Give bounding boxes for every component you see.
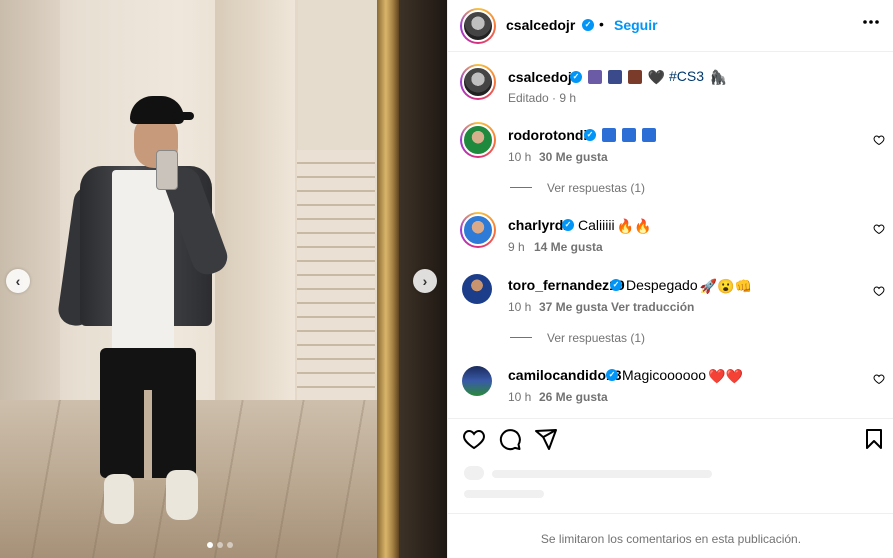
comment-text-value: Caliiiii <box>578 217 615 233</box>
avatar[interactable] <box>460 8 496 44</box>
avatar[interactable] <box>462 366 492 396</box>
carousel-indicator <box>207 542 233 548</box>
scarf-icon <box>607 70 622 85</box>
likes-summary-blurred <box>458 462 878 512</box>
chevron-right-icon: › <box>422 273 428 289</box>
comment-text <box>600 126 656 143</box>
comment-likes[interactable]: 14 Me gusta <box>534 240 603 254</box>
hashtag-link[interactable]: #CS3 <box>669 68 704 84</box>
comment-likes[interactable]: 30 Me gusta <box>539 150 608 164</box>
comment-username[interactable]: charlyrdz <box>508 217 570 233</box>
comment-time: 10 h <box>508 150 532 164</box>
comments-limited-footer: Se limitaron los comentarios en esta pub… <box>448 513 893 558</box>
comment-username[interactable]: rodorotondi <box>508 127 587 143</box>
verified-badge-icon: ✓ <box>562 219 574 231</box>
red-heart-icon: ❤️❤️ <box>708 367 743 384</box>
caption-meta: Editado · 9 h <box>508 91 577 105</box>
post-photo[interactable]: ‹ › <box>0 0 447 558</box>
photo-mirror-frame <box>377 0 399 558</box>
comment-time: 10 h <box>508 300 532 314</box>
heart-icon[interactable] <box>873 134 885 146</box>
person-shirt <box>112 170 174 352</box>
fire-icon: 🔥🔥 <box>616 217 652 234</box>
verified-badge-icon: ✓ <box>610 279 622 291</box>
comment-text-value: Despegado <box>626 277 698 293</box>
chevron-left-icon: ‹ <box>15 273 21 289</box>
heart-icon[interactable] <box>462 427 486 451</box>
post-actions <box>448 418 893 458</box>
post-header: csalcedojr ✓ • Seguir <box>448 0 893 52</box>
replies-line <box>510 187 532 188</box>
caption-username[interactable]: csalcedojr <box>508 69 577 85</box>
id-badge-icon <box>588 70 602 85</box>
heart-icon[interactable] <box>873 223 885 235</box>
avatar[interactable] <box>460 122 496 158</box>
caption-text: 🖤 #CS3 🦍 <box>586 68 727 86</box>
comment-time: 9 h <box>508 240 525 254</box>
comment-username[interactable]: camilocandido13 <box>508 367 622 383</box>
bookmark-icon[interactable] <box>862 427 886 451</box>
comment-likes[interactable]: 26 Me gusta <box>539 390 608 404</box>
translate-button[interactable]: Ver traducción <box>611 300 694 314</box>
carousel-next-button[interactable]: › <box>413 269 437 293</box>
carousel-dot-active <box>207 542 213 548</box>
replies-line <box>510 337 532 338</box>
share-icon[interactable] <box>534 427 558 451</box>
verified-badge-icon: ✓ <box>570 71 582 83</box>
carousel-dot <box>217 542 223 548</box>
view-replies-button[interactable]: Ver respuestas (1) <box>547 181 645 195</box>
top-badge-icon <box>641 128 656 143</box>
comment-text: Caliiiii 🔥🔥 <box>578 217 651 235</box>
comment-time: 10 h <box>508 390 532 404</box>
photo-wall <box>0 0 60 420</box>
person-leg-gap <box>144 390 152 480</box>
comment-text: Magicoooooo ❤️❤️ <box>622 367 743 385</box>
post-details-panel: csalcedojr ✓ • Seguir csalcedojr ✓ 🖤 #CS… <box>447 0 893 558</box>
photo-person <box>56 90 232 540</box>
view-replies-button[interactable]: Ver respuestas (1) <box>547 331 645 345</box>
black-heart-icon: 🖤 <box>647 68 666 85</box>
rocket-icon: 🚀😮👊 <box>699 277 752 294</box>
comment-text: Despegado 🚀😮👊 <box>626 277 752 295</box>
author-username[interactable]: csalcedojr <box>506 17 575 33</box>
heart-icon[interactable] <box>873 373 885 385</box>
gorilla-icon: 🦍 <box>709 68 728 85</box>
carousel-dot <box>227 542 233 548</box>
avatar[interactable] <box>462 274 492 304</box>
comment-username[interactable]: toro_fernandez19 <box>508 277 625 293</box>
train-icon <box>627 70 642 85</box>
top-badge-icon <box>602 128 616 143</box>
more-icon[interactable] <box>862 13 880 36</box>
verified-badge-icon: ✓ <box>606 369 618 381</box>
comment-icon[interactable] <box>498 427 522 451</box>
comments-limited-text: Se limitaron los comentarios en esta pub… <box>540 532 802 546</box>
verified-badge-icon: ✓ <box>582 19 594 31</box>
comment-text-value: Magicoooooo <box>622 367 707 383</box>
person-phone <box>156 150 178 190</box>
avatar[interactable] <box>460 212 496 248</box>
avatar[interactable] <box>460 64 496 100</box>
comment-likes[interactable]: 37 Me gusta <box>539 300 608 314</box>
person-cap-brim <box>172 112 194 120</box>
comments-list: csalcedojr ✓ 🖤 #CS3 🦍 Editado · 9 h rodo… <box>448 53 893 415</box>
carousel-prev-button[interactable]: ‹ <box>6 269 30 293</box>
person-shoe <box>104 474 134 524</box>
photo-stairs <box>297 150 375 420</box>
top-badge-icon <box>621 128 636 143</box>
person-shoe <box>166 470 198 520</box>
separator-dot: • <box>599 16 604 32</box>
follow-button[interactable]: Seguir <box>614 17 658 33</box>
heart-icon[interactable] <box>873 285 885 297</box>
verified-badge-icon: ✓ <box>584 129 596 141</box>
